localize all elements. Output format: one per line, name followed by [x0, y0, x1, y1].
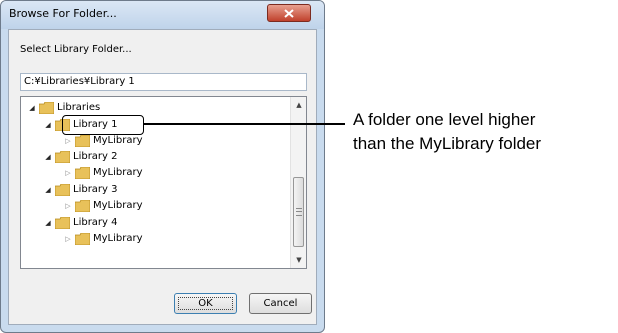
expander-open-icon[interactable]: ◢: [43, 182, 53, 198]
close-icon: [284, 9, 294, 18]
tree-node-label: Library 4: [73, 217, 118, 228]
ok-button[interactable]: OK: [174, 293, 237, 314]
scroll-down-arrow[interactable]: ▼: [291, 252, 306, 268]
expander-closed-icon[interactable]: ▷: [63, 133, 73, 149]
expander-open-icon[interactable]: ◢: [27, 100, 37, 116]
expander-closed-icon[interactable]: ▷: [63, 231, 73, 247]
callout-line-2: than the MyLibrary folder: [353, 134, 542, 153]
expander-closed-icon[interactable]: ▷: [63, 165, 73, 181]
selection-highlight-box: [62, 115, 144, 135]
tree-node-label: Libraries: [57, 102, 101, 113]
folder-path-field[interactable]: C:¥Libraries¥Library 1: [20, 73, 307, 91]
title-bar[interactable]: Browse For Folder...: [1, 1, 324, 29]
callout-text: A folder one level higher than the MyLib…: [353, 108, 541, 156]
expander-open-icon[interactable]: ◢: [43, 117, 53, 133]
tree-node-label: MyLibrary: [93, 167, 143, 178]
grip-icon: [296, 208, 302, 216]
folder-icon: [75, 135, 90, 147]
folder-icon: [75, 233, 90, 245]
tree-node-label: MyLibrary: [93, 233, 143, 244]
expander-open-icon[interactable]: ◢: [43, 149, 53, 165]
dialog-title: Browse For Folder...: [9, 7, 117, 20]
callout-line: [144, 123, 345, 125]
folder-icon: [75, 167, 90, 179]
tree-node-label: MyLibrary: [93, 200, 143, 211]
cancel-button-label: Cancel: [263, 298, 298, 309]
dialog-body: Select Library Folder... C:¥Libraries¥Li…: [8, 29, 317, 325]
callout-line-1: A folder one level higher: [353, 110, 536, 129]
expander-closed-icon[interactable]: ▷: [63, 198, 73, 214]
folder-icon: [39, 102, 54, 114]
folder-icon: [75, 200, 90, 212]
folder-icon: [55, 217, 70, 229]
browse-folder-dialog: Browse For Folder... Select Library Fold…: [0, 0, 325, 333]
focus-ring: [178, 297, 233, 310]
close-button[interactable]: [267, 4, 311, 22]
scroll-up-arrow[interactable]: ▲: [291, 97, 306, 113]
folder-icon: [55, 184, 70, 196]
expander-open-icon[interactable]: ◢: [43, 215, 53, 231]
folder-icon: [55, 151, 70, 163]
tree-node-label: Library 3: [73, 184, 118, 195]
prompt-label: Select Library Folder...: [20, 44, 132, 55]
tree-node-label: MyLibrary: [93, 135, 143, 146]
tree-node-label: Library 2: [73, 151, 118, 162]
cancel-button[interactable]: Cancel: [249, 293, 312, 314]
scroll-thumb[interactable]: [293, 177, 304, 247]
